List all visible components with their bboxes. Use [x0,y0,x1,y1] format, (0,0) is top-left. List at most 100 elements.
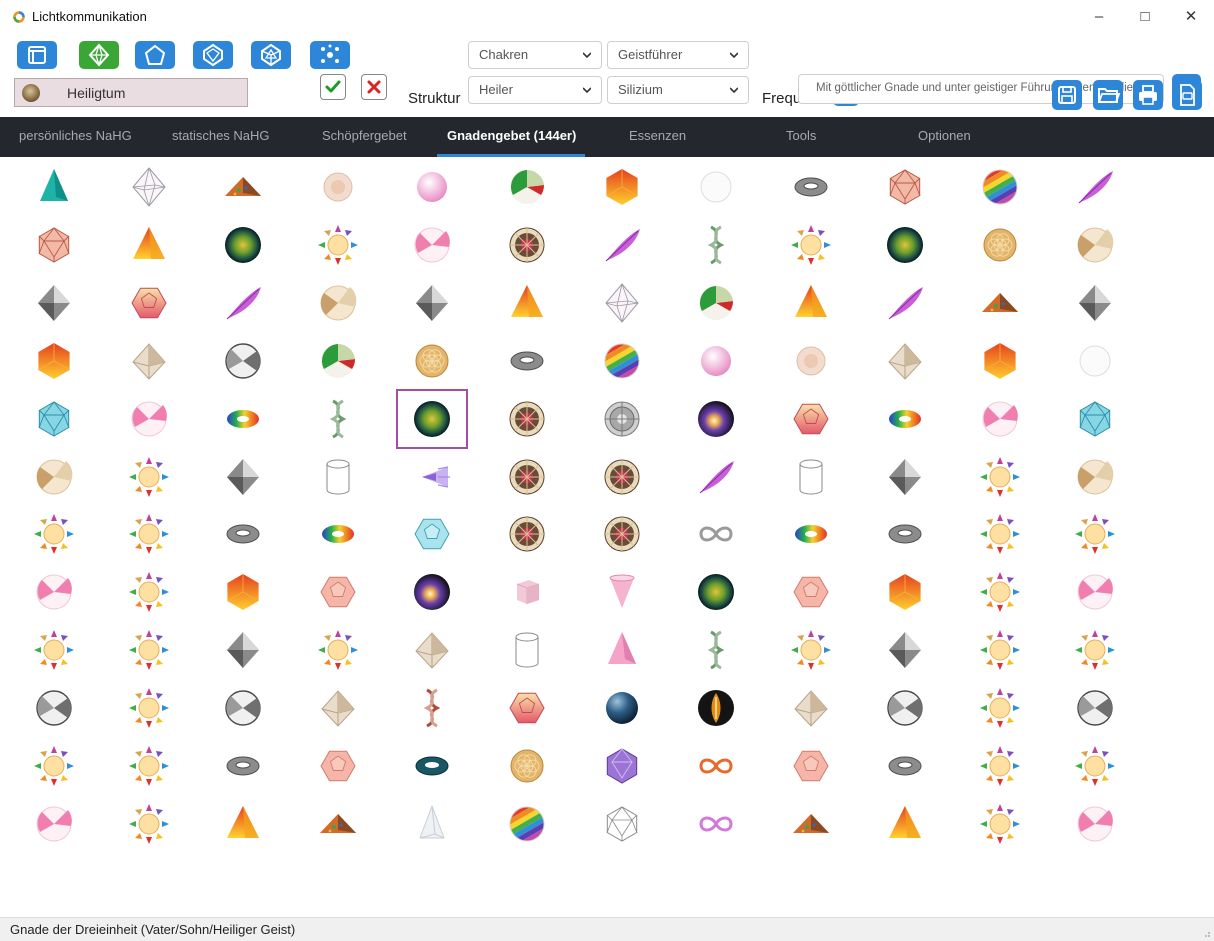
grid-cell[interactable] [30,337,78,385]
grid-cell[interactable] [881,337,929,385]
grid-cell[interactable] [598,684,646,732]
grid-cell[interactable] [408,684,456,732]
grid-cell[interactable] [219,395,267,443]
grid-cell[interactable] [314,221,362,269]
grid-cell[interactable] [692,800,740,848]
grid-cell[interactable] [1071,800,1119,848]
grid-cell[interactable] [1071,742,1119,790]
grid-cell[interactable] [219,279,267,327]
silizium-select[interactable]: Silizium [607,76,749,104]
grid-cell[interactable] [125,395,173,443]
grid-cell[interactable] [503,221,551,269]
grid-cell[interactable] [787,453,835,501]
grid-cell[interactable] [408,800,456,848]
grid-cell[interactable] [692,510,740,558]
grid-cell[interactable] [881,163,929,211]
grid-cell[interactable] [1071,221,1119,269]
grid-cell[interactable] [408,337,456,385]
tab-essenzen[interactable]: Essenzen [629,128,686,143]
print-button[interactable] [1133,80,1163,110]
geistfuehrer-select[interactable]: Geistführer [607,41,749,69]
grid-cell[interactable] [219,453,267,501]
grid-cell[interactable] [976,395,1024,443]
grid-cell[interactable] [125,510,173,558]
grid-cell[interactable] [314,395,362,443]
tab-tools[interactable]: Tools [786,128,816,143]
grid-cell[interactable] [408,568,456,616]
grid-cell[interactable] [692,453,740,501]
grid-cell[interactable] [881,395,929,443]
grid-cell[interactable] [598,626,646,674]
grid-cell[interactable] [598,163,646,211]
grid-cell[interactable] [881,684,929,732]
grid-cell[interactable] [314,510,362,558]
cancel-button[interactable] [361,74,387,100]
grid-cell[interactable] [219,221,267,269]
grid-cell[interactable] [881,510,929,558]
grid-cell[interactable] [125,684,173,732]
grid-cell[interactable] [598,337,646,385]
grid-cell[interactable] [976,742,1024,790]
grid-cell[interactable] [1071,453,1119,501]
tab-optionen[interactable]: Optionen [918,128,971,143]
grid-cell[interactable] [1071,510,1119,558]
grid-cell[interactable] [30,568,78,616]
grid-cell[interactable] [314,800,362,848]
window-layout-button[interactable] [17,41,57,69]
grid-cell[interactable] [408,453,456,501]
grid-cell[interactable] [503,568,551,616]
grid-cell[interactable] [219,510,267,558]
tab-persoenliches-nahg[interactable]: persönliches NaHG [19,128,132,143]
grid-cell[interactable] [314,684,362,732]
grid-cell[interactable] [1071,568,1119,616]
grid-cell[interactable] [408,742,456,790]
grid-cell[interactable] [408,163,456,211]
grid-cell[interactable] [787,395,835,443]
grid-cell[interactable] [1071,279,1119,327]
grid-cell[interactable] [219,626,267,674]
grid-cell[interactable] [976,163,1024,211]
grid-cell[interactable] [30,279,78,327]
grid-cell[interactable] [125,742,173,790]
grid-cell[interactable] [881,626,929,674]
grid-cell[interactable] [598,221,646,269]
grid-cell[interactable] [30,742,78,790]
network-button[interactable] [310,41,350,69]
grid-cell[interactable] [314,453,362,501]
grid-cell[interactable] [219,568,267,616]
grid-cell[interactable] [30,800,78,848]
gem-button[interactable] [193,41,233,69]
grid-cell[interactable] [503,279,551,327]
grid-cell[interactable] [408,510,456,558]
grid-cell[interactable] [692,395,740,443]
chakren-select[interactable]: Chakren [468,41,602,69]
grid-cell[interactable] [598,568,646,616]
grid-cell[interactable] [976,684,1024,732]
grid-cell[interactable] [314,279,362,327]
grid-cell[interactable] [408,221,456,269]
grid-cell[interactable] [976,221,1024,269]
grid-cell[interactable] [503,684,551,732]
grid-cell[interactable] [503,800,551,848]
grid-cell[interactable] [598,800,646,848]
pdf-button[interactable] [1172,80,1202,110]
diamond-button[interactable] [79,41,119,69]
grid-cell[interactable] [125,626,173,674]
grid-cell[interactable] [503,395,551,443]
grid-cell[interactable] [314,742,362,790]
grid-cell[interactable] [881,800,929,848]
grid-cell[interactable] [125,279,173,327]
grid-cell[interactable] [598,453,646,501]
grid-cell[interactable] [692,626,740,674]
grid-cell[interactable] [1071,337,1119,385]
grid-cell[interactable] [881,279,929,327]
save-button[interactable] [1052,80,1082,110]
pentagon-button[interactable] [135,41,175,69]
grid-cell[interactable] [692,163,740,211]
grid-cell[interactable] [692,568,740,616]
grid-cell[interactable] [125,800,173,848]
grid-cell[interactable] [692,337,740,385]
grid-cell[interactable] [219,742,267,790]
grid-cell[interactable] [503,742,551,790]
grid-cell[interactable] [787,279,835,327]
